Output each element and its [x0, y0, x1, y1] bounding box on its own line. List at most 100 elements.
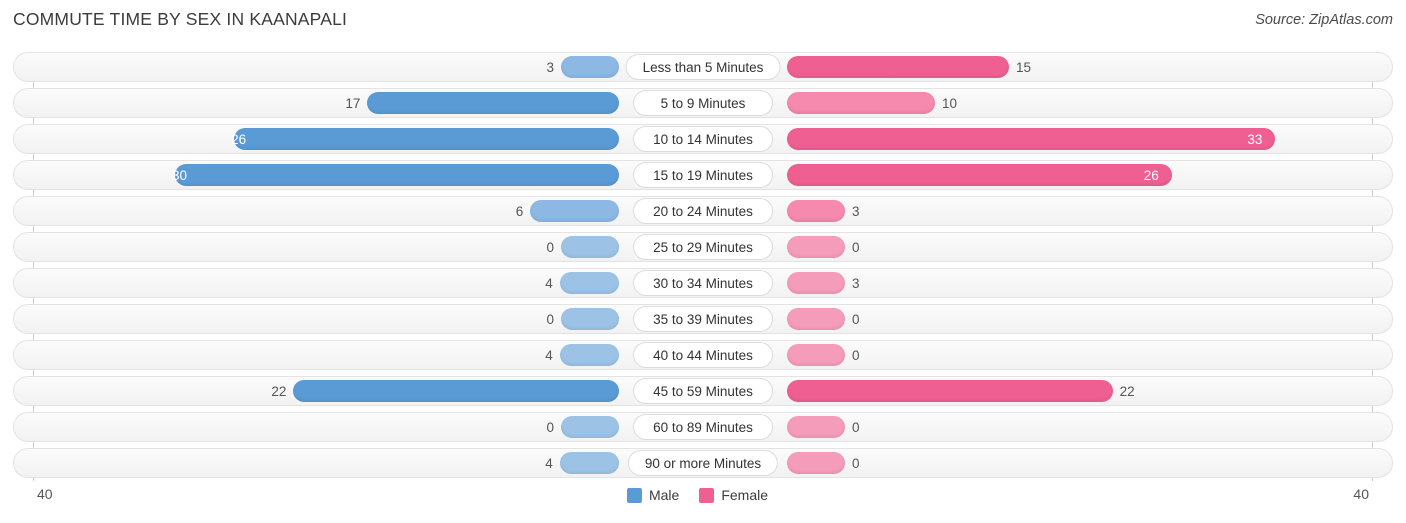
- male-bar: [559, 452, 619, 474]
- category-label: 30 to 34 Minutes: [633, 270, 773, 296]
- category-label: 40 to 44 Minutes: [633, 342, 773, 368]
- category-label: 60 to 89 Minutes: [633, 414, 773, 440]
- male-value-label: 30: [171, 168, 187, 183]
- female-value-label: 15: [1016, 60, 1032, 75]
- female-bar: [787, 92, 935, 114]
- female-value-label: 0: [852, 312, 860, 327]
- legend-label: Female: [721, 487, 769, 503]
- male-value-label: 6: [515, 204, 524, 219]
- female-value-label: 0: [852, 240, 860, 255]
- female-bar: [787, 452, 845, 474]
- male-value-label: 26: [231, 132, 247, 147]
- category-label: Less than 5 Minutes: [625, 54, 781, 80]
- bar-row: 3 15 Less than 5 Minutes: [13, 52, 1393, 82]
- female-bar: [787, 416, 845, 438]
- female-bar: [787, 236, 845, 258]
- female-value-label: 0: [852, 456, 860, 471]
- male-bar: [561, 236, 619, 258]
- bar-row-inner: 0 0 35 to 39 Minutes: [14, 305, 1392, 333]
- female-value-label: 33: [1247, 132, 1263, 147]
- male-bar: [367, 92, 619, 114]
- category-label: 20 to 24 Minutes: [633, 198, 773, 224]
- legend-swatch-icon: [699, 487, 715, 503]
- female-bar: [787, 200, 845, 222]
- bar-row: 4 3 30 to 34 Minutes: [13, 268, 1393, 298]
- axis-max-left: 40: [37, 486, 53, 502]
- axis-max-right: 40: [1353, 486, 1369, 502]
- male-value-label: 4: [545, 456, 553, 471]
- bar-row-inner: 0 0 60 to 89 Minutes: [14, 413, 1392, 441]
- male-bar: [175, 164, 619, 186]
- bar-row-inner: 3 15 Less than 5 Minutes: [14, 53, 1392, 81]
- male-bar: [530, 200, 619, 222]
- male-value-label: 4: [545, 276, 553, 291]
- female-value-label: 0: [852, 420, 860, 435]
- legend-label: Male: [648, 487, 680, 503]
- female-bar: [787, 308, 845, 330]
- category-label: 10 to 14 Minutes: [633, 126, 773, 152]
- female-bar: [787, 344, 845, 366]
- category-label: 25 to 29 Minutes: [633, 234, 773, 260]
- source-attribution: Source: ZipAtlas.com: [1255, 12, 1393, 28]
- female-value-label: 10: [942, 96, 958, 111]
- bar-row: 4 0 40 to 44 Minutes: [13, 340, 1393, 370]
- legend-item[interactable]: Female: [699, 487, 768, 503]
- male-value-label: 0: [546, 240, 554, 255]
- category-label: 90 or more Minutes: [627, 450, 779, 476]
- female-bar: [787, 272, 845, 294]
- bar-row: 6 3 20 to 24 Minutes: [13, 196, 1393, 226]
- category-label: 35 to 39 Minutes: [633, 306, 773, 332]
- bar-row-inner: 17 10 5 to 9 Minutes: [14, 89, 1392, 117]
- male-bar: [293, 380, 619, 402]
- female-value-label: 26: [1143, 168, 1159, 183]
- chart-footer: 40 40 Male Female: [0, 481, 1406, 523]
- male-bar: [561, 416, 619, 438]
- bar-row-inner: 4 0 90 or more Minutes: [14, 449, 1392, 477]
- bar-row-inner: 22 22 45 to 59 Minutes: [14, 377, 1392, 405]
- male-bar: [561, 308, 619, 330]
- chart-header: COMMUTE TIME BY SEX IN KAANAPALI Source:…: [0, 0, 1406, 44]
- bar-row: 30 26 15 to 19 Minutes: [13, 160, 1393, 190]
- bar-row-inner: 0 0 25 to 29 Minutes: [14, 233, 1392, 261]
- bar-row-inner: 26 33 10 to 14 Minutes: [14, 125, 1392, 153]
- category-label: 15 to 19 Minutes: [633, 162, 773, 188]
- bar-row-inner: 4 3 30 to 34 Minutes: [14, 269, 1392, 297]
- bar-row: 4 0 90 or more Minutes: [13, 448, 1393, 478]
- male-bar: [234, 128, 619, 150]
- female-bar: [787, 128, 1276, 150]
- bar-rows: 3 15 Less than 5 Minutes 17 10 5 to 9 Minutes…: [13, 52, 1393, 484]
- male-bar: [559, 344, 619, 366]
- male-value-label: 0: [546, 420, 554, 435]
- bar-row: 0 0 25 to 29 Minutes: [13, 232, 1393, 262]
- bar-row-inner: 4 0 40 to 44 Minutes: [14, 341, 1392, 369]
- female-bar: [787, 56, 1009, 78]
- male-value-label: 17: [345, 96, 361, 111]
- female-value-label: 3: [852, 204, 860, 219]
- category-label: 45 to 59 Minutes: [633, 378, 773, 404]
- legend: Male Female: [626, 487, 779, 503]
- plot-area: 3 15 Less than 5 Minutes 17 10 5 to 9 Minutes…: [0, 44, 1406, 481]
- male-value-label: 4: [545, 348, 553, 363]
- male-bar: [561, 56, 619, 78]
- female-value-label: 0: [852, 348, 860, 363]
- female-value-label: 22: [1119, 384, 1135, 399]
- bar-row: 17 10 5 to 9 Minutes: [13, 88, 1393, 118]
- bar-row: 26 33 10 to 14 Minutes: [13, 124, 1393, 154]
- female-bar: [787, 164, 1172, 186]
- male-value-label: 3: [546, 60, 554, 75]
- male-value-label: 0: [546, 312, 554, 327]
- bar-row-inner: 30 26 15 to 19 Minutes: [14, 161, 1392, 189]
- bar-row-inner: 6 3 20 to 24 Minutes: [14, 197, 1392, 225]
- bar-row: 0 0 60 to 89 Minutes: [13, 412, 1393, 442]
- bar-row: 22 22 45 to 59 Minutes: [13, 376, 1393, 406]
- female-bar: [787, 380, 1113, 402]
- chart-page: COMMUTE TIME BY SEX IN KAANAPALI Source:…: [0, 0, 1406, 523]
- category-label: 5 to 9 Minutes: [633, 90, 773, 116]
- legend-item[interactable]: Male: [626, 487, 680, 503]
- male-bar: [559, 272, 619, 294]
- male-value-label: 22: [271, 384, 287, 399]
- bar-row: 0 0 35 to 39 Minutes: [13, 304, 1393, 334]
- female-value-label: 3: [852, 276, 860, 291]
- page-title: COMMUTE TIME BY SEX IN KAANAPALI: [13, 9, 348, 29]
- legend-swatch-icon: [626, 487, 642, 503]
